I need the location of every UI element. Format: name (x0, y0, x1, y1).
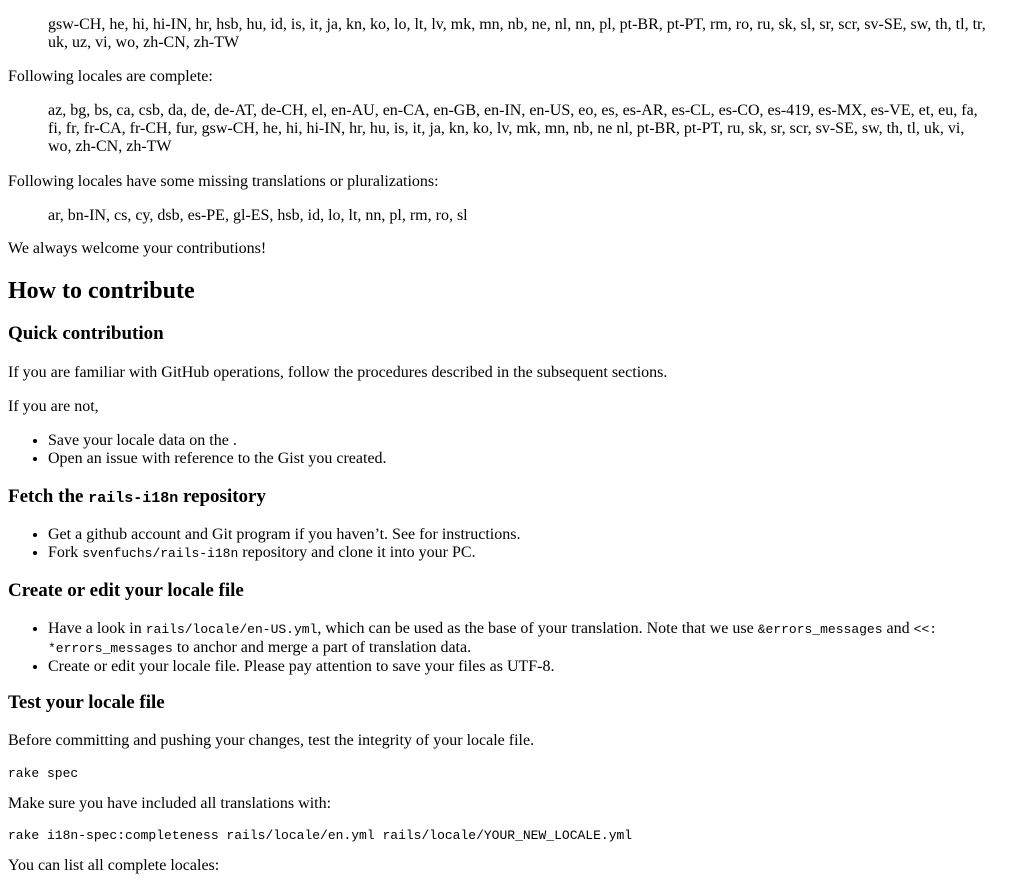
missing-locales-list: ar, bn-IN, cs, cy, dsb, es-PE, gl-ES, hs… (48, 207, 468, 224)
locales-all-tail: gsw-CH, he, hi, hi-IN, hr, hsb, hu, id, … (48, 16, 986, 51)
list-item: Fork svenfuchs/rails-i18n repository and… (48, 544, 1008, 563)
list-item: Create or edit your locale file. Please … (48, 658, 1008, 676)
fork-repo-code: svenfuchs/rails-i18n (82, 546, 239, 561)
repo-name-code: rails-i18n (88, 490, 179, 507)
completeness-command: rake i18n-spec:completeness rails/locale… (8, 828, 633, 843)
list-locales-text: You can list all complete locales: (8, 857, 220, 874)
create-locale-heading: Create or edit your locale file (8, 580, 244, 601)
quick-steps-list: Save your locale data on the . Open an i… (8, 432, 1008, 468)
quick-if-not-text: If you are not, (8, 398, 99, 415)
create-steps-list: Have a look in rails/locale/en-US.yml, w… (8, 620, 1008, 676)
quick-contribution-heading: Quick contribution (8, 323, 164, 344)
test-intro-text: Before committing and pushing your chang… (8, 732, 535, 749)
list-item: Open an issue with reference to the Gist… (48, 450, 1008, 468)
welcome-text: We always welcome your contributions! (8, 240, 267, 257)
complete-locales-list: az, bg, bs, ca, csb, da, de, de-AT, de-C… (48, 102, 978, 155)
fetch-steps-list: Get a github account and Git program if … (8, 526, 1008, 563)
missing-intro: Following locales have some missing tran… (8, 173, 439, 190)
rake-spec-command: rake spec (8, 766, 79, 781)
complete-intro: Following locales are complete: (8, 68, 213, 85)
list-item: Have a look in rails/locale/en-US.yml, w… (48, 620, 1008, 658)
quick-intro-text: If you are familiar with GitHub operatio… (8, 364, 668, 381)
list-item: Save your locale data on the . (48, 432, 1008, 450)
list-item: Get a github account and Git program if … (48, 526, 1008, 544)
completeness-text: Make sure you have included all translat… (8, 795, 332, 812)
document-page: gsw-CH, he, hi, hi-IN, hr, hsb, hu, id, … (0, 0, 1024, 892)
how-to-contribute-heading: How to contribute (8, 278, 195, 304)
test-locale-heading: Test your locale file (8, 692, 165, 713)
fetch-repository-heading: Fetch the rails-i18n repository (8, 486, 266, 507)
